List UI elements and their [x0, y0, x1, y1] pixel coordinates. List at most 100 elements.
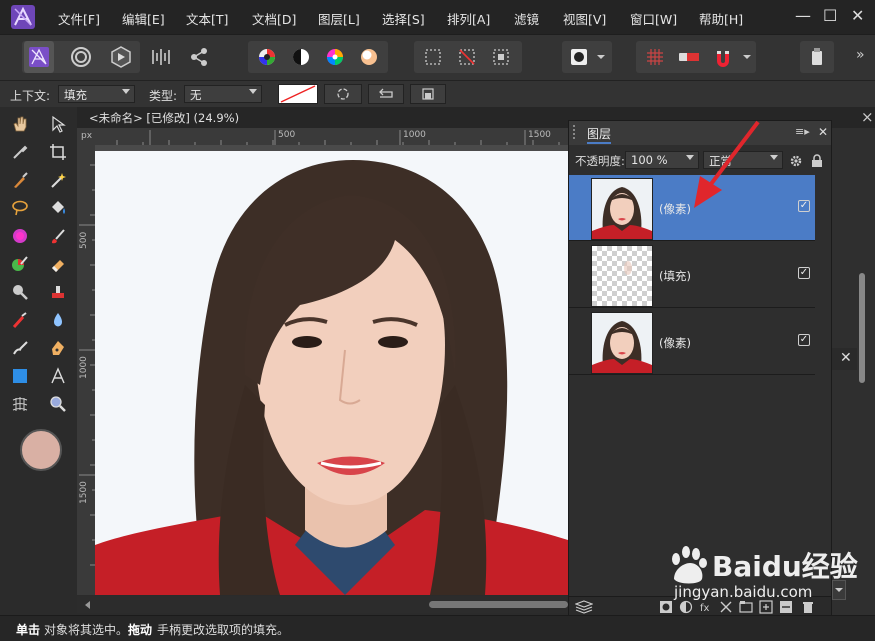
ruler-top[interactable]: px 500 1000 1500 2000	[77, 128, 568, 146]
healing-brush-tool-icon[interactable]	[8, 309, 32, 331]
context-select[interactable]: 填充	[58, 85, 135, 103]
fx-icon[interactable]: fx	[699, 600, 713, 614]
rectangle-tool-icon[interactable]	[8, 365, 32, 387]
gradient-tool-icon[interactable]	[8, 225, 32, 247]
document-canvas[interactable]	[95, 145, 568, 595]
menu-filters[interactable]: 滤镜	[514, 9, 539, 28]
color-replacement-tool-icon[interactable]	[8, 253, 32, 275]
close-document-button[interactable]: ×	[861, 108, 874, 126]
trash-icon[interactable]	[801, 600, 815, 614]
grid-icon[interactable]	[640, 41, 670, 73]
scroll-thumb[interactable]	[429, 601, 568, 608]
hsl-icon[interactable]	[320, 41, 350, 73]
white-balance-icon[interactable]	[354, 41, 384, 73]
no-fill-swatch[interactable]	[278, 84, 318, 104]
share-icon[interactable]	[184, 41, 214, 73]
visibility-checkbox[interactable]: ✓	[798, 267, 810, 279]
layer-row[interactable]: (填充) ✓	[569, 242, 815, 308]
menu-file[interactable]: 文件[F]	[58, 9, 100, 28]
menu-window[interactable]: 窗口[W]	[630, 9, 677, 28]
erase-brush-tool-icon[interactable]	[46, 253, 70, 275]
gear-icon[interactable]	[789, 154, 803, 168]
scroll-left-icon[interactable]	[83, 600, 93, 610]
quick-mask-icon[interactable]	[564, 41, 594, 73]
mask-layer-icon[interactable]	[659, 600, 673, 614]
horizontal-scrollbar[interactable]	[77, 596, 568, 613]
context-toolbar: 上下文: 填充 类型: 无	[0, 80, 875, 108]
move-tool-icon[interactable]	[46, 113, 70, 135]
blur-brush-tool-icon[interactable]	[46, 309, 70, 331]
levels-icon[interactable]	[252, 41, 282, 73]
adjustment-layer-icon[interactable]	[679, 600, 693, 614]
visibility-checkbox[interactable]: ✓	[798, 334, 810, 346]
color-picker-tool-icon[interactable]	[8, 141, 32, 163]
live-filter-icon[interactable]	[719, 600, 733, 614]
liquify-persona-icon[interactable]	[66, 41, 96, 73]
opacity-value: 100 %	[631, 153, 668, 167]
layer-stack-icon[interactable]	[575, 600, 593, 614]
crop-tool-icon[interactable]	[46, 141, 70, 163]
lock-icon[interactable]	[811, 154, 823, 168]
studio-scroll-thumb[interactable]	[859, 273, 865, 383]
baidu-paw-icon	[672, 546, 707, 584]
clone-tool-icon[interactable]	[46, 281, 70, 303]
menu-layer[interactable]: 图层[L]	[318, 9, 360, 28]
black-white-icon[interactable]	[286, 41, 316, 73]
menu-document[interactable]: 文档[D]	[252, 9, 296, 28]
flood-fill-tool-icon[interactable]	[46, 197, 70, 219]
affinity-photo-logo[interactable]	[10, 4, 36, 30]
drag-handle-icon[interactable]	[573, 125, 581, 139]
menu-edit[interactable]: 编辑[E]	[122, 9, 165, 28]
layer-row[interactable]: (像素) ✓	[569, 309, 815, 375]
hand-tool-icon[interactable]	[8, 113, 32, 135]
rotate-gradient-icon[interactable]	[324, 84, 362, 104]
menu-arrange[interactable]: 排列[A]	[447, 9, 490, 28]
document-title[interactable]: <未命名> [已修改] (24.9%)	[89, 110, 239, 126]
photo-persona-icon[interactable]	[24, 41, 54, 73]
group-layers-icon[interactable]	[739, 600, 753, 614]
maximize-button[interactable]: ☐	[823, 6, 837, 25]
chevron-down-icon[interactable]	[592, 41, 610, 73]
context-select-value: 填充	[64, 88, 87, 102]
zoom-tool-icon[interactable]	[46, 393, 70, 415]
text-tool-icon[interactable]	[46, 365, 70, 387]
paint-brush-tool-icon[interactable]	[46, 225, 70, 247]
close-window-button[interactable]: ✕	[851, 6, 864, 25]
assistant-icon[interactable]	[674, 41, 704, 73]
minimize-button[interactable]: —	[795, 6, 811, 25]
annotation-arrow-icon	[694, 120, 760, 208]
snapping-chevron-icon[interactable]	[738, 41, 756, 73]
add-pixel-layer-icon[interactable]	[759, 600, 773, 614]
layers-tab[interactable]: 图层	[587, 125, 612, 144]
menu-help[interactable]: 帮助[H]	[699, 9, 743, 28]
flood-select-tool-icon[interactable]	[46, 169, 70, 191]
close-panel-icon[interactable]: ✕	[840, 350, 852, 366]
select-all-icon[interactable]	[418, 41, 448, 73]
freehand-selection-tool-icon[interactable]	[8, 197, 32, 219]
mesh-warp-tool-icon[interactable]	[8, 393, 32, 415]
deselect-icon[interactable]	[452, 41, 482, 73]
invert-selection-icon[interactable]	[486, 41, 516, 73]
pen-tool-icon[interactable]	[46, 337, 70, 359]
close-panel-icon[interactable]: ✕	[818, 125, 828, 139]
type-select[interactable]: 无	[184, 85, 262, 103]
fill-color-swatch[interactable]	[20, 429, 62, 471]
snapping-magnet-icon[interactable]	[708, 41, 738, 73]
toolbar-more-button[interactable]: »	[856, 47, 865, 63]
apply-icon[interactable]	[410, 84, 446, 104]
menu-view[interactable]: 视图[V]	[563, 9, 606, 28]
panel-menu-icon[interactable]: ≡▸	[795, 125, 810, 138]
reverse-icon[interactable]	[368, 84, 404, 104]
visibility-checkbox[interactable]: ✓	[798, 200, 810, 212]
ruler-left[interactable]: 500 1000 1500	[77, 145, 96, 595]
menu-select[interactable]: 选择[S]	[382, 9, 425, 28]
svg-text:fx: fx	[700, 603, 710, 614]
document-preview-icon[interactable]	[802, 41, 832, 73]
selection-brush-tool-icon[interactable]	[8, 169, 32, 191]
menu-text[interactable]: 文本[T]	[186, 9, 228, 28]
layer-options-icon[interactable]	[779, 600, 793, 614]
smudge-tool-icon[interactable]	[8, 337, 32, 359]
develop-persona-icon[interactable]	[106, 41, 136, 73]
dodge-tool-icon[interactable]	[8, 281, 32, 303]
tone-mapping-persona-icon[interactable]	[146, 41, 176, 73]
